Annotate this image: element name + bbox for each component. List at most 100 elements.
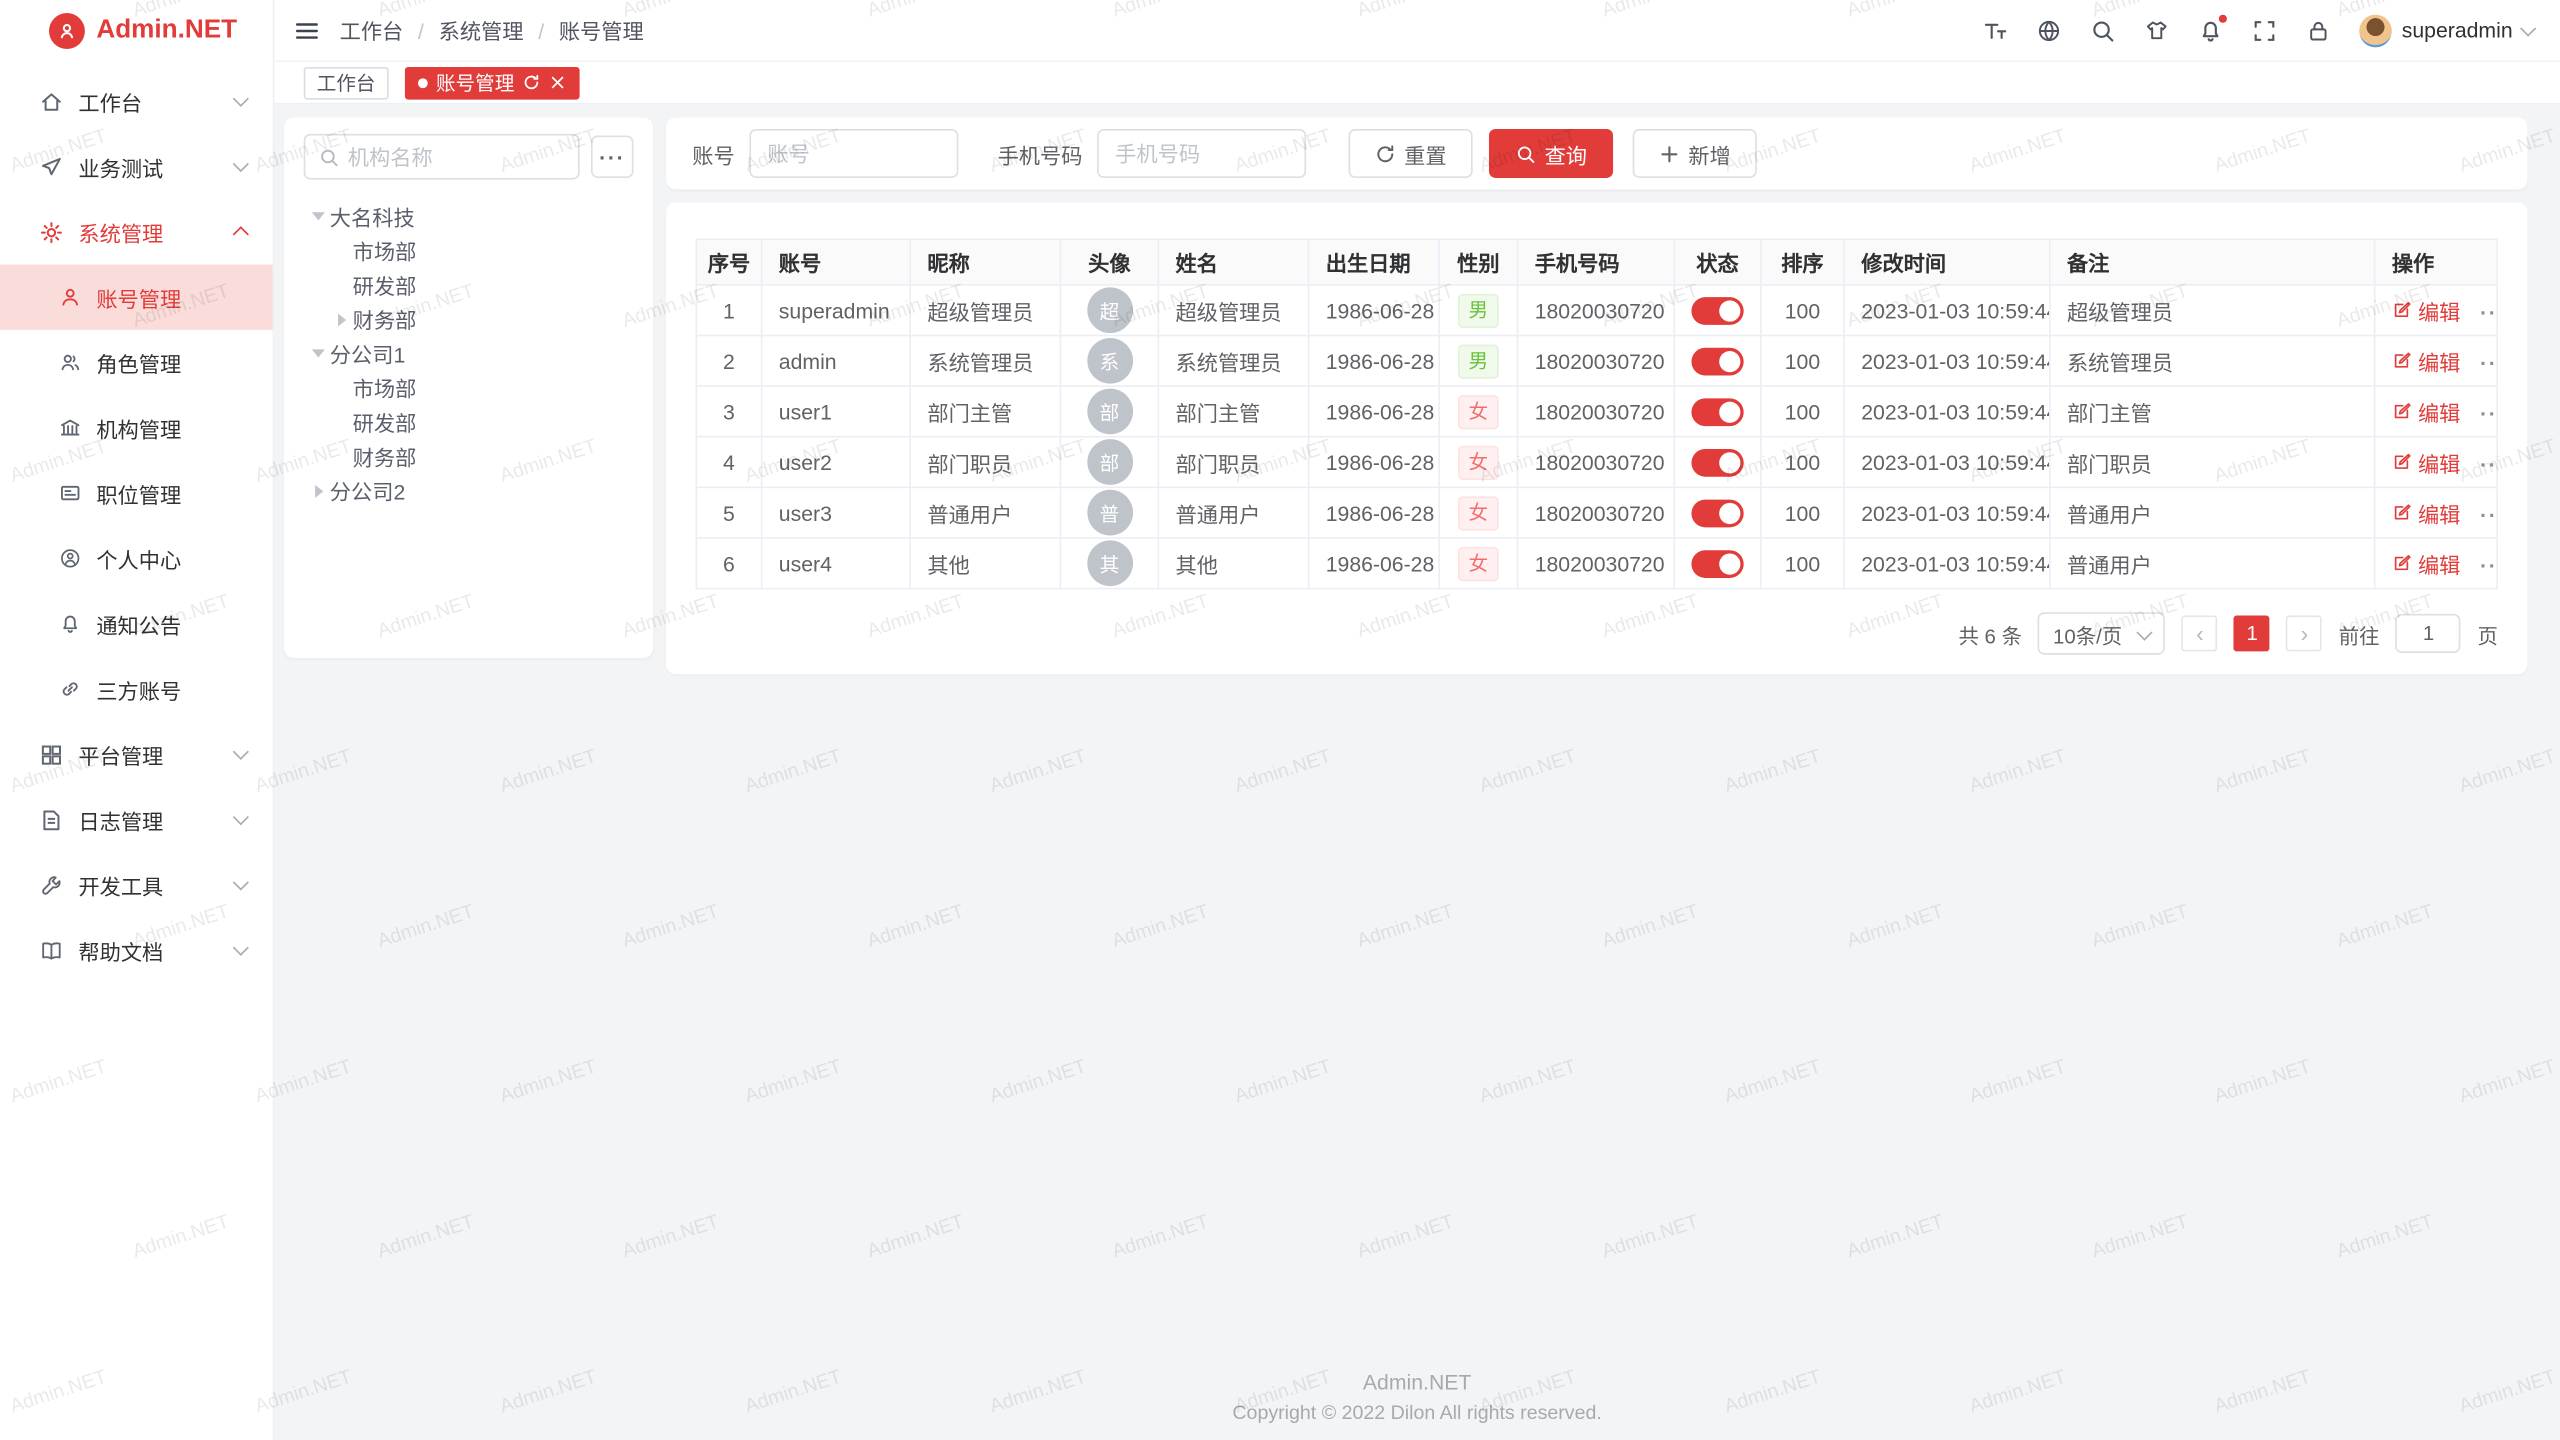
status-toggle[interactable]: [1691, 347, 1743, 375]
breadcrumb-item[interactable]: 工作台: [340, 15, 404, 46]
tab-workbench[interactable]: 工作台: [304, 66, 389, 99]
sidebar-item-help-docs[interactable]: 帮助文档: [0, 918, 273, 983]
topbar-actions: superadmin: [1982, 14, 2534, 47]
column-header: 账号: [762, 239, 911, 285]
column-header: 手机号码: [1518, 239, 1675, 285]
org-more-button[interactable]: ···: [591, 136, 633, 178]
tree-node[interactable]: 财务部: [304, 302, 634, 336]
breadcrumb-item[interactable]: 系统管理: [403, 15, 523, 46]
edit-button[interactable]: 编辑: [2392, 497, 2461, 528]
tree-node-label: 市场部: [353, 372, 417, 403]
sidebar-item-label: 三方账号: [96, 673, 246, 704]
status-toggle[interactable]: [1691, 296, 1743, 324]
search-icon[interactable]: [2090, 17, 2116, 43]
search-icon: [1515, 143, 1536, 164]
caret-right-icon[interactable]: [330, 308, 353, 331]
search-icon: [318, 146, 339, 167]
edit-label: 编辑: [2418, 548, 2460, 579]
edit-label: 编辑: [2418, 497, 2460, 528]
sidebar-item-label: 通知公告: [96, 608, 246, 639]
menu-collapse-button[interactable]: [294, 17, 320, 43]
prev-page-button[interactable]: ‹: [2182, 616, 2218, 652]
sidebar-item-third-party-account[interactable]: 三方账号: [0, 656, 273, 721]
sidebar-item-dev-tools[interactable]: 开发工具: [0, 852, 273, 917]
status-toggle[interactable]: [1691, 499, 1743, 527]
row-more-button[interactable]: ···: [2480, 452, 2497, 476]
status-toggle[interactable]: [1691, 448, 1743, 476]
app-logo[interactable]: Admin.NET: [0, 0, 273, 62]
theme-icon[interactable]: [2144, 17, 2170, 43]
tree-node[interactable]: 分公司2: [304, 473, 634, 507]
tree-node[interactable]: 研发部: [304, 268, 634, 302]
tree-node[interactable]: 分公司1: [304, 336, 634, 370]
goto-page-input[interactable]: [2396, 614, 2461, 653]
sidebar-item-org-management[interactable]: 机构管理: [0, 395, 273, 460]
cell-modified: 2023-01-03 10:59:44: [1844, 487, 2050, 538]
gender-badge: 女: [1459, 546, 1498, 580]
status-toggle[interactable]: [1691, 549, 1743, 577]
page-size-select[interactable]: 10条/页: [2038, 612, 2165, 654]
cell-index: 4: [696, 437, 761, 488]
lock-icon[interactable]: [2305, 17, 2331, 43]
sidebar-item-post-management[interactable]: 职位管理: [0, 460, 273, 525]
globe-icon[interactable]: [2036, 17, 2062, 43]
org-search-input[interactable]: [348, 144, 565, 168]
row-more-button[interactable]: ···: [2480, 300, 2497, 324]
row-more-button[interactable]: ···: [2480, 402, 2497, 426]
edit-button[interactable]: 编辑: [2392, 447, 2461, 478]
cell-sort: 100: [1761, 437, 1844, 488]
fullscreen-icon[interactable]: [2252, 17, 2278, 43]
current-page-button[interactable]: 1: [2234, 616, 2270, 652]
caret-down-icon[interactable]: [307, 205, 330, 228]
cell-gender: 女: [1439, 538, 1517, 589]
row-more-button[interactable]: ···: [2480, 503, 2497, 527]
chevron-down-icon: [233, 156, 249, 172]
tree-node[interactable]: 财务部: [304, 439, 634, 473]
cell-gender: 男: [1439, 336, 1517, 387]
edit-button[interactable]: 编辑: [2392, 548, 2461, 579]
sidebar-item-business-test[interactable]: 业务测试: [0, 134, 273, 199]
caret-right-icon[interactable]: [307, 479, 330, 502]
tree-node[interactable]: 研发部: [304, 405, 634, 439]
add-button[interactable]: 新增: [1633, 129, 1757, 178]
edit-button[interactable]: 编辑: [2392, 295, 2461, 326]
cell-modified: 2023-01-03 10:59:44: [1844, 538, 2050, 589]
row-more-button[interactable]: ···: [2480, 351, 2497, 375]
column-header: 状态: [1674, 239, 1761, 285]
table-row: 6user4其他其其他1986-06-28女180200307201002023…: [696, 538, 2497, 589]
table-row: 4user2部门职员部部门职员1986-06-28女18020030720100…: [696, 437, 2497, 488]
sidebar-item-role-management[interactable]: 角色管理: [0, 330, 273, 395]
sidebar-item-notice[interactable]: 通知公告: [0, 591, 273, 656]
sidebar-item-log-management[interactable]: 日志管理: [0, 787, 273, 852]
close-icon[interactable]: [549, 73, 567, 91]
tab-account-management[interactable]: 账号管理: [405, 66, 580, 99]
sidebar-item-system-management[interactable]: 系统管理: [0, 199, 273, 264]
cell-sort: 100: [1761, 336, 1844, 387]
sidebar-item-workbench[interactable]: 工作台: [0, 69, 273, 134]
notification-icon[interactable]: [2198, 17, 2224, 43]
edit-button[interactable]: 编辑: [2392, 345, 2461, 376]
caret-down-icon[interactable]: [307, 342, 330, 365]
edit-button[interactable]: 编辑: [2392, 396, 2461, 427]
tree-node[interactable]: 市场部: [304, 233, 634, 267]
pagination-total: 共 6 条: [1958, 618, 2022, 649]
reset-button[interactable]: 重置: [1349, 129, 1473, 178]
cell-modified: 2023-01-03 10:59:44: [1844, 437, 2050, 488]
row-more-button[interactable]: ···: [2480, 553, 2497, 577]
user-menu[interactable]: superadmin: [2359, 14, 2534, 47]
refresh-icon[interactable]: [523, 73, 541, 91]
search-button[interactable]: 查询: [1489, 129, 1613, 178]
sidebar-item-platform-management[interactable]: 平台管理: [0, 722, 273, 787]
account-input[interactable]: [749, 129, 958, 178]
status-toggle[interactable]: [1691, 398, 1743, 426]
next-page-button[interactable]: ›: [2286, 616, 2322, 652]
org-panel: ··· 大名科技市场部研发部财务部分公司1市场部研发部财务部分公司2: [284, 118, 653, 658]
chevron-up-icon: [233, 226, 249, 242]
sidebar-item-profile-center[interactable]: 个人中心: [0, 526, 273, 591]
phone-input[interactable]: [1097, 129, 1306, 178]
font-size-icon[interactable]: [1982, 17, 2008, 43]
breadcrumb-item[interactable]: 账号管理: [524, 15, 644, 46]
sidebar-item-account-management[interactable]: 账号管理: [0, 264, 273, 329]
tree-node[interactable]: 市场部: [304, 371, 634, 405]
tree-node[interactable]: 大名科技: [304, 199, 634, 233]
